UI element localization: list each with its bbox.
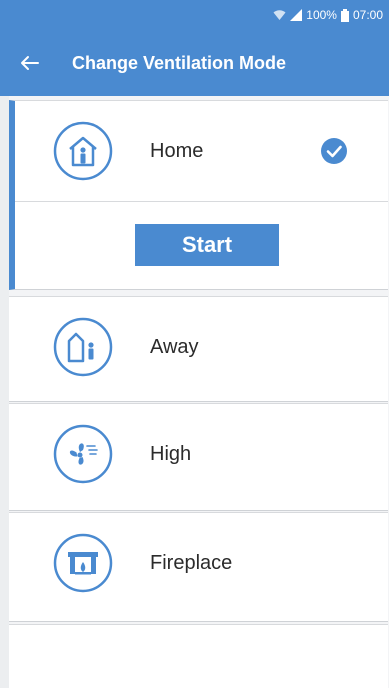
mode-item-high[interactable]: High	[9, 403, 388, 511]
mode-label-high: High	[150, 442, 192, 465]
battery-level: 100%	[306, 8, 337, 22]
away-icon	[53, 317, 113, 377]
empty-area	[9, 624, 388, 688]
mode-label-home: Home	[150, 139, 204, 162]
checkmark-icon	[321, 138, 347, 164]
mode-item-home: Home Start	[9, 100, 388, 290]
wifi-icon	[273, 9, 286, 21]
screen: 100% 07:00 Change Ventilation Mode Home …	[0, 0, 389, 688]
signal-icon	[290, 9, 303, 21]
fan-icon	[53, 424, 113, 484]
start-area: Start	[15, 202, 388, 288]
mode-item-away[interactable]: Away	[9, 296, 388, 402]
battery-icon	[340, 8, 349, 22]
mode-row-fireplace[interactable]: Fireplace	[9, 513, 388, 613]
clock: 07:00	[352, 8, 383, 22]
mode-label-away: Away	[150, 335, 199, 358]
mode-row-home[interactable]: Home	[15, 101, 388, 201]
start-button[interactable]: Start	[135, 224, 279, 266]
mode-label-fireplace: Fireplace	[150, 551, 233, 574]
back-arrow-icon	[21, 56, 39, 70]
mode-row-away[interactable]: Away	[9, 297, 388, 397]
left-frame	[0, 96, 9, 688]
app-bar: Change Ventilation Mode	[0, 30, 389, 96]
mode-row-high[interactable]: High	[9, 404, 388, 504]
back-button[interactable]	[0, 30, 58, 96]
fireplace-icon	[53, 533, 113, 593]
page-title: Change Ventilation Mode	[72, 52, 287, 73]
home-icon	[53, 121, 113, 181]
status-bar: 100% 07:00	[0, 0, 389, 30]
mode-item-fireplace[interactable]: Fireplace	[9, 512, 388, 622]
